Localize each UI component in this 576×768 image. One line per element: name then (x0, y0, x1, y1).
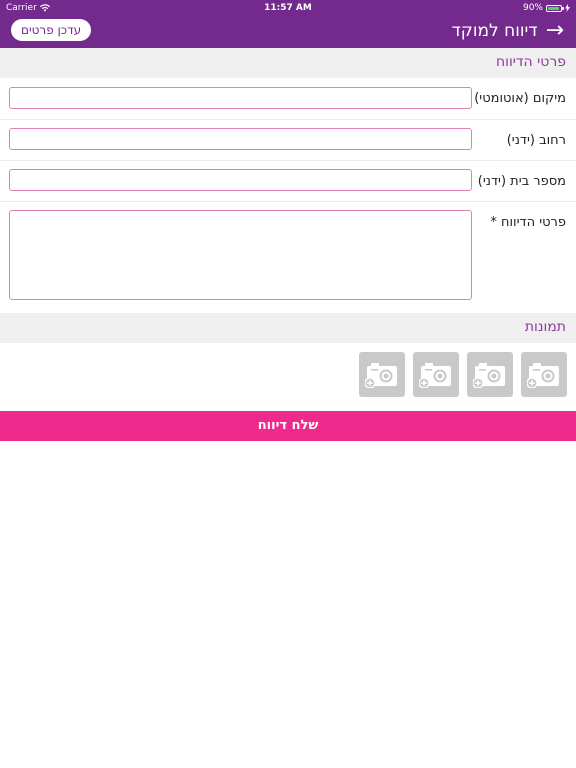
arrow-right-icon[interactable]: → (546, 20, 564, 42)
photos-section-title: תמונות (524, 319, 566, 335)
add-photo-button-4[interactable] (359, 352, 405, 397)
details-row: פרטי הדיווח * (0, 202, 576, 312)
nav-bar: → דיווח למוקד עדכן פרטים (0, 16, 576, 48)
details-section-header: פרטי הדיווח (0, 48, 576, 78)
details-section-title: פרטי הדיווח (496, 54, 566, 70)
update-details-button[interactable]: עדכן פרטים (11, 19, 92, 41)
details-label: פרטי הדיווח * (490, 215, 566, 230)
location-label: מיקום (אוטומטי) (474, 91, 566, 106)
nav-title-group[interactable]: → דיווח למוקד (452, 20, 564, 42)
battery-percent: 90% (522, 3, 543, 13)
status-bar: Carrier 11:57 AM 90% (0, 0, 576, 16)
house-number-field[interactable] (9, 169, 472, 191)
photos-row (0, 344, 576, 408)
add-photo-icon (365, 363, 397, 388)
add-photo-button-2[interactable] (467, 352, 513, 397)
submit-report-button[interactable]: שלח דיווח (0, 411, 576, 441)
street-field[interactable] (9, 128, 472, 150)
app-header: Carrier 11:57 AM 90% → דיווח למוקד עדכן … (0, 0, 576, 48)
battery-status: 90% (523, 3, 570, 13)
battery-icon (546, 4, 564, 12)
street-label: רחוב (ידני) (506, 133, 566, 148)
add-photo-button-3[interactable] (413, 352, 459, 397)
add-photo-icon (419, 363, 451, 388)
location-row: מיקום (אוטומטי) (0, 78, 576, 120)
add-photo-button-1[interactable] (521, 352, 567, 397)
page-title: דיווח למוקד (451, 21, 538, 41)
add-photo-icon (473, 363, 505, 388)
add-photo-icon (527, 363, 559, 388)
details-textarea[interactable] (9, 210, 472, 300)
status-time: 11:57 AM (264, 3, 312, 13)
photos-section-header: תמונות (0, 313, 576, 343)
street-row: רחוב (ידני) (0, 120, 576, 161)
charging-icon (565, 4, 570, 12)
house-number-row: מספר בית (ידני) (0, 161, 576, 202)
house-number-label: מספר בית (ידני) (477, 174, 566, 189)
location-field[interactable] (9, 87, 472, 109)
